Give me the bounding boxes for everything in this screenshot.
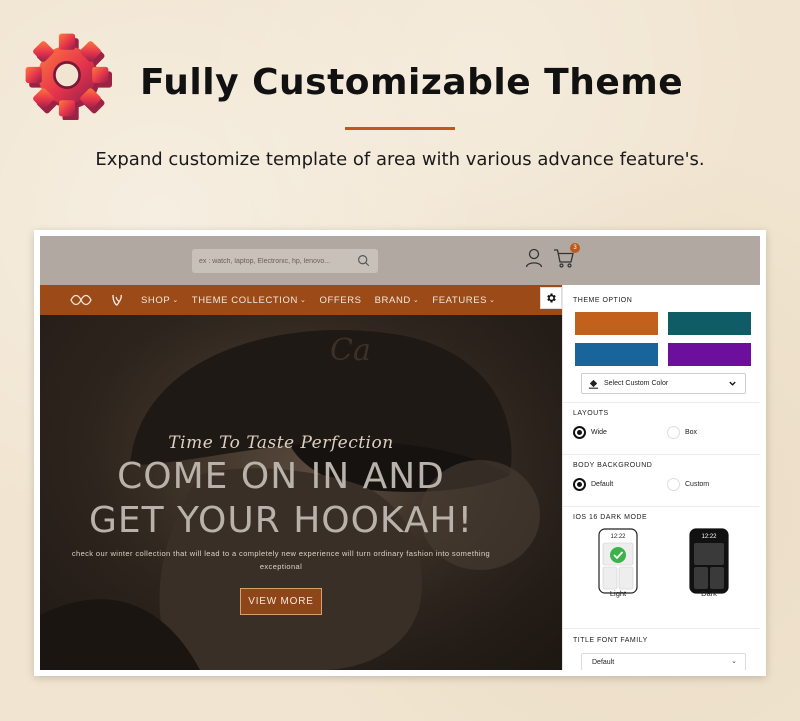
- light-mode-caption: Light: [609, 589, 627, 598]
- layouts-label: LAYOUTS: [573, 410, 609, 417]
- nav-menu: SHOP ⌄ THEME COLLECTION ⌄ OFFERS BRAND ⌄ FE…: [141, 285, 509, 315]
- layout-option-label: Box: [685, 429, 698, 436]
- radio-unselected: [667, 478, 680, 491]
- radio-selected: [573, 478, 586, 491]
- chevron-down-icon: ⌄: [412, 297, 420, 304]
- body-bg-option-label: Custom: [685, 481, 710, 488]
- theme-option-label: THEME OPTION: [573, 297, 633, 304]
- hero-description: check our winter collection that will le…: [71, 549, 491, 571]
- customizer-panel: THEME OPTION Select Custom Color LAYOUTS: [562, 285, 760, 670]
- page-subline: Expand customize template of area with v…: [95, 149, 705, 170]
- layout-option-box[interactable]: Box: [667, 426, 697, 439]
- radio-selected: [573, 426, 586, 439]
- title-font-select[interactable]: Default ⌄: [581, 653, 746, 670]
- hero-banner: Ca Time To Taste Perfection COME ON IN A…: [40, 315, 562, 670]
- search-input[interactable]: [199, 255, 349, 267]
- svg-text:Ca: Ca: [330, 333, 371, 368]
- hero-title-line-1: COME ON IN AND: [117, 456, 445, 497]
- chevron-down-icon: ⌄: [489, 297, 496, 304]
- nav-item-label: SHOP: [141, 294, 171, 306]
- chevron-down-icon: ⌄: [172, 297, 179, 304]
- dark-mode-caption: Dark: [701, 589, 717, 598]
- watch-time: 12:22: [610, 534, 626, 540]
- main-nav: SHOP ⌄ THEME COLLECTION ⌄ OFFERS BRAND ⌄ FE…: [40, 285, 562, 315]
- headline-divider: [345, 127, 455, 130]
- settings-icon: [547, 293, 556, 303]
- site-header: 3: [40, 236, 760, 285]
- hero-title-line-2: GET YOUR HOOKAH!: [88, 500, 474, 541]
- brand-mark-icon[interactable]: [110, 293, 124, 307]
- hero-tagline: Time To Taste Perfection: [168, 433, 394, 453]
- layout-option-wide[interactable]: Wide: [573, 426, 607, 439]
- watch-time: 12:22: [701, 534, 717, 540]
- body-bg-option-default[interactable]: Default: [573, 478, 613, 491]
- nav-item-label: FEATURES: [432, 294, 488, 306]
- nav-item-label: THEME COLLECTION: [191, 294, 298, 306]
- nav-item-brand[interactable]: BRAND ⌄: [375, 295, 420, 306]
- custom-color-select[interactable]: Select Custom Color: [581, 373, 746, 394]
- body-bg-option-custom[interactable]: Custom: [667, 478, 709, 491]
- theme-option-section: THEME OPTION Select Custom Color: [563, 285, 760, 403]
- dark-mode-watch[interactable]: 12:22: [689, 528, 729, 594]
- gear-icon: [25, 33, 112, 120]
- page-headline: Fully Customizable Theme: [140, 62, 684, 103]
- nav-item-shop[interactable]: SHOP ⌄: [141, 295, 179, 306]
- cart-count-badge: 3: [570, 243, 580, 253]
- theme-screenshot-frame: 3 SHOP⌄ THEME COLLECTION⌄ OFFERS BRAND⌄ …: [34, 230, 766, 676]
- title-font-value: Default: [592, 658, 615, 666]
- dark-mode-label: IOS 16 DARK MODE: [573, 514, 648, 521]
- search-icon[interactable]: [357, 254, 370, 267]
- brand-logo-icon[interactable]: [70, 294, 92, 306]
- dark-mode-section: [563, 507, 760, 629]
- nav-item-theme-collection[interactable]: THEME COLLECTION ⌄: [192, 295, 307, 306]
- chevron-down-icon: ⌄: [300, 297, 307, 304]
- user-icon[interactable]: [525, 248, 543, 268]
- color-swatch-orange[interactable]: [575, 312, 658, 335]
- nav-item-label: BRAND: [374, 294, 411, 306]
- nav-item-label: OFFERS: [319, 294, 362, 306]
- body-bg-option-label: Default: [591, 481, 614, 488]
- chevron-down-icon: ⌄: [731, 657, 737, 665]
- layout-option-label: Wide: [591, 429, 607, 436]
- customizer-toggle-button[interactable]: [540, 287, 562, 309]
- paint-bucket-icon: [588, 379, 599, 389]
- radio-unselected: [667, 426, 680, 439]
- color-swatch-purple[interactable]: [668, 343, 751, 366]
- color-swatch-teal[interactable]: [668, 312, 751, 335]
- view-more-button[interactable]: VIEW MORE: [240, 588, 322, 615]
- chevron-down-icon: [729, 381, 736, 386]
- title-font-label: TITLE FONT FAMILY: [573, 637, 648, 644]
- nav-item-offers[interactable]: OFFERS: [319, 295, 361, 306]
- light-mode-watch[interactable]: 12:22: [598, 528, 638, 594]
- nav-item-features[interactable]: FEATURES ⌄: [432, 295, 495, 306]
- color-swatch-blue[interactable]: [575, 343, 658, 366]
- body-background-label: BODY BACKGROUND: [573, 462, 653, 469]
- search-bar[interactable]: [192, 249, 378, 273]
- hero-title: COME ON IN AND GET YOUR HOOKAH!: [40, 455, 522, 543]
- custom-color-label: Select Custom Color: [604, 380, 669, 387]
